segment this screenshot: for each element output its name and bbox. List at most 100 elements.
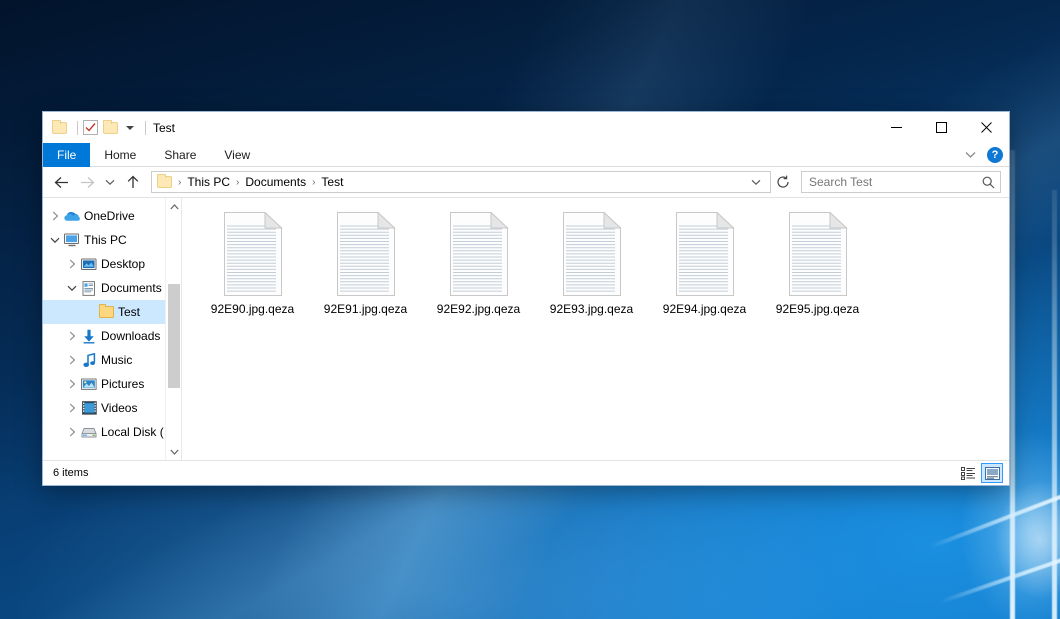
- sidebar-item-desktop[interactable]: Desktop: [43, 252, 181, 276]
- folder-icon: [52, 120, 68, 136]
- sidebar-item-downloads[interactable]: Downloads: [43, 324, 181, 348]
- large-icons-view-icon[interactable]: [981, 463, 1003, 483]
- file-name-label: 92E92.jpg.qeza: [437, 302, 520, 316]
- file-item[interactable]: 92E93.jpg.qeza: [535, 208, 648, 326]
- breadcrumb-item-documents[interactable]: Documents: [243, 175, 308, 189]
- unknown-file-icon: [333, 212, 399, 296]
- tab-view-label: View: [224, 148, 250, 162]
- file-list-pane[interactable]: 92E90.jpg.qeza 92E91.jpg.qeza 92E92.jpg.qe…: [182, 198, 1009, 460]
- sidebar-item-label: This PC: [84, 233, 127, 247]
- sidebar-item-test[interactable]: Test: [43, 300, 181, 324]
- search-box[interactable]: [801, 171, 1001, 193]
- sidebar-item-local-disk-c[interactable]: Local Disk (C:): [43, 420, 181, 444]
- chevron-right-icon[interactable]: [64, 427, 80, 437]
- recent-locations-button[interactable]: [101, 170, 119, 194]
- sidebar-item-this-pc[interactable]: This PC: [43, 228, 181, 252]
- search-input[interactable]: [807, 174, 982, 190]
- sidebar-item-label: Pictures: [101, 377, 144, 391]
- new-folder-icon[interactable]: [103, 120, 119, 136]
- onedrive-cloud-icon: [63, 210, 81, 222]
- chevron-right-icon[interactable]: [64, 259, 80, 269]
- properties-checkbox-icon[interactable]: [83, 120, 98, 135]
- hard-drive-icon: [80, 426, 98, 439]
- title-bar[interactable]: Test: [43, 112, 1009, 143]
- navigation-list: OneDrive This PC Desktop Documents TestDownl…: [43, 198, 181, 444]
- status-bar: 6 items: [43, 460, 1009, 485]
- file-name-label: 92E95.jpg.qeza: [776, 302, 859, 316]
- navigation-pane[interactable]: OneDrive This PC Desktop Documents TestDownl…: [43, 198, 182, 460]
- navigation-scrollbar[interactable]: [165, 198, 181, 460]
- ribbon-tab-bar: File Home Share View ?: [43, 143, 1009, 167]
- chevron-right-icon[interactable]: [64, 403, 80, 413]
- close-button[interactable]: [964, 112, 1009, 143]
- forward-button[interactable]: [75, 170, 99, 194]
- sidebar-item-label: Documents: [101, 281, 162, 295]
- sidebar-item-videos[interactable]: Videos: [43, 396, 181, 420]
- documents-icon: [80, 281, 98, 296]
- window-controls: [874, 112, 1009, 143]
- details-view-icon[interactable]: [957, 463, 979, 483]
- scrollbar-thumb[interactable]: [168, 284, 180, 388]
- sidebar-item-label: Desktop: [101, 257, 145, 271]
- refresh-icon[interactable]: [773, 172, 793, 192]
- minimize-button[interactable]: [874, 112, 919, 143]
- folder-icon: [97, 306, 115, 318]
- sidebar-item-pictures[interactable]: Pictures: [43, 372, 181, 396]
- music-note-icon: [80, 353, 98, 368]
- tab-file-label: File: [57, 148, 76, 162]
- desktop-icon: [80, 258, 98, 271]
- scroll-up-icon[interactable]: [166, 198, 182, 215]
- tab-home[interactable]: Home: [90, 143, 150, 167]
- breadcrumb[interactable]: › This PC › Documents › Test: [151, 171, 771, 193]
- chevron-right-icon[interactable]: [47, 211, 63, 221]
- breadcrumb-item-test[interactable]: Test: [319, 175, 345, 189]
- chevron-down-icon[interactable]: [961, 146, 979, 164]
- file-item[interactable]: 92E94.jpg.qeza: [648, 208, 761, 326]
- sidebar-item-label: OneDrive: [84, 209, 135, 223]
- toolbar-separator: [77, 121, 78, 135]
- help-icon[interactable]: ?: [987, 147, 1003, 163]
- file-item[interactable]: 92E95.jpg.qeza: [761, 208, 874, 326]
- breadcrumb-separator-1: ›: [232, 177, 243, 188]
- unknown-file-icon: [672, 212, 738, 296]
- this-pc-monitor-icon: [63, 233, 81, 247]
- pictures-icon: [80, 378, 98, 391]
- tab-share-label: Share: [164, 148, 196, 162]
- window-title: Test: [153, 121, 175, 135]
- file-grid: 92E90.jpg.qeza 92E91.jpg.qeza 92E92.jpg.qe…: [196, 208, 1009, 326]
- tab-share[interactable]: Share: [150, 143, 210, 167]
- file-name-label: 92E91.jpg.qeza: [324, 302, 407, 316]
- unknown-file-icon: [220, 212, 286, 296]
- back-button[interactable]: [49, 170, 73, 194]
- chevron-down-icon[interactable]: [47, 237, 63, 244]
- breadcrumb-item-this-pc[interactable]: This PC: [185, 175, 232, 189]
- wallpaper-beam-vertical-2: [1052, 190, 1057, 619]
- wallpaper-beam-vertical-1: [1010, 150, 1015, 619]
- chevron-right-icon[interactable]: [64, 331, 80, 341]
- sidebar-item-label: Videos: [101, 401, 137, 415]
- unknown-file-icon: [446, 212, 512, 296]
- breadcrumb-separator-0: ›: [174, 177, 185, 188]
- tab-file[interactable]: File: [43, 143, 90, 167]
- chevron-right-icon[interactable]: [64, 379, 80, 389]
- sidebar-item-onedrive[interactable]: OneDrive: [43, 204, 181, 228]
- videos-film-icon: [80, 401, 98, 415]
- unknown-file-icon: [559, 212, 625, 296]
- file-item[interactable]: 92E92.jpg.qeza: [422, 208, 535, 326]
- file-item[interactable]: 92E91.jpg.qeza: [309, 208, 422, 326]
- tab-view[interactable]: View: [210, 143, 264, 167]
- sidebar-item-documents[interactable]: Documents: [43, 276, 181, 300]
- unknown-file-icon: [785, 212, 851, 296]
- up-button[interactable]: [121, 170, 145, 194]
- maximize-button[interactable]: [919, 112, 964, 143]
- chevron-down-icon[interactable]: [746, 172, 766, 192]
- chevron-down-icon[interactable]: [64, 285, 80, 292]
- breadcrumb-separator-2: ›: [308, 177, 319, 188]
- search-icon[interactable]: [982, 176, 995, 189]
- file-explorer-window: Test File Home: [42, 111, 1010, 486]
- scroll-down-icon[interactable]: [166, 443, 182, 460]
- file-item[interactable]: 92E90.jpg.qeza: [196, 208, 309, 326]
- chevron-right-icon[interactable]: [64, 355, 80, 365]
- sidebar-item-music[interactable]: Music: [43, 348, 181, 372]
- chevron-down-icon[interactable]: [126, 126, 134, 130]
